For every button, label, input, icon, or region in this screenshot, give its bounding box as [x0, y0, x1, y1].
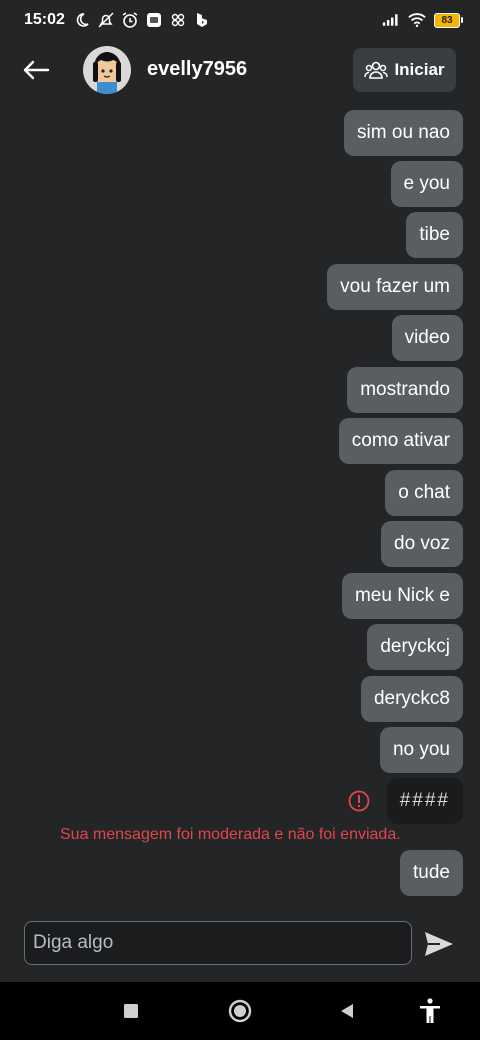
signal-icon: [382, 11, 400, 29]
message-bubble[interactable]: sim ou nao: [344, 110, 463, 156]
status-time: 15:02: [24, 11, 65, 28]
start-party-label: Iniciar: [394, 60, 445, 79]
message-bubble[interactable]: do voz: [381, 521, 463, 567]
triangle-back-icon: [341, 1004, 353, 1018]
moon-icon: [73, 11, 91, 29]
send-button[interactable]: [420, 925, 458, 963]
recents-button[interactable]: [106, 982, 156, 1040]
moderation-notice: Sua mensagem foi moderada e não foi envi…: [60, 826, 401, 843]
message-bubble[interactable]: mostrando: [347, 367, 463, 413]
app-notification-icon: [145, 11, 163, 29]
back-nav-button[interactable]: [322, 982, 372, 1040]
status-bar: 15:02 83: [0, 0, 480, 40]
grid-apps-icon: [169, 11, 187, 29]
send-icon: [425, 932, 453, 956]
avatar[interactable]: [83, 46, 131, 94]
accessibility-icon: [420, 998, 440, 1023]
message-bubble[interactable]: tude: [400, 850, 463, 896]
message-bubble[interactable]: video: [391, 315, 463, 361]
message-input[interactable]: [24, 921, 412, 965]
message-bubble[interactable]: deryckc8: [360, 676, 463, 722]
warning-icon[interactable]: [348, 790, 370, 812]
message-bubble[interactable]: e you: [390, 161, 463, 207]
start-party-button[interactable]: Iniciar: [353, 48, 456, 92]
chat-header: evelly7956 Iniciar: [0, 40, 480, 100]
system-nav-bar: [0, 982, 480, 1040]
mute-bell-icon: [97, 11, 115, 29]
arrow-left-icon: [23, 60, 50, 80]
message-bubble[interactable]: deryckcj: [367, 624, 463, 670]
message-bubble[interactable]: meu Nick e: [341, 573, 463, 619]
accessibility-button[interactable]: [405, 982, 455, 1040]
circle-icon: [228, 999, 252, 1023]
message-bubble[interactable]: no you: [379, 727, 463, 773]
home-button[interactable]: [215, 982, 265, 1040]
bing-icon: [193, 11, 211, 29]
username[interactable]: evelly7956: [147, 58, 247, 81]
back-button[interactable]: [18, 52, 54, 88]
status-right: 83: [382, 11, 463, 29]
group-icon: [364, 61, 389, 79]
composer: [0, 918, 480, 968]
message-bubble[interactable]: como ativar: [338, 418, 463, 464]
wifi-icon: [408, 11, 426, 29]
message-bubble[interactable]: tibe: [406, 212, 463, 258]
message-bubble[interactable]: vou fazer um: [327, 264, 463, 310]
square-icon: [124, 1004, 138, 1018]
message-bubble-moderated[interactable]: ####: [386, 778, 463, 824]
battery-icon: 83: [434, 12, 463, 28]
message-bubble[interactable]: o chat: [385, 470, 463, 516]
status-left: 15:02: [24, 11, 211, 29]
alarm-icon: [121, 11, 139, 29]
